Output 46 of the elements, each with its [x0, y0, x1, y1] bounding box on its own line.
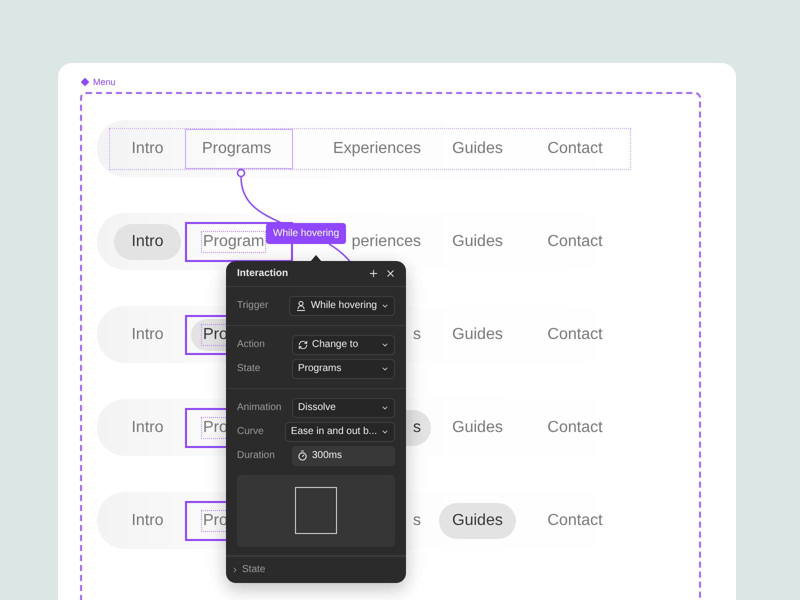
field-label: Animation — [237, 402, 282, 414]
frame-label: Menu — [93, 76, 116, 86]
nav-item[interactable]: s — [413, 326, 421, 344]
nav-item[interactable]: Guides — [452, 418, 503, 436]
nav-item[interactable]: Contact — [547, 512, 603, 530]
duration-field[interactable]: 300ms — [292, 446, 395, 466]
nav-item[interactable]: Intro — [131, 326, 164, 344]
chevron-right-icon — [231, 566, 239, 574]
nav-item[interactable]: Experiences — [332, 140, 421, 158]
nav-item[interactable]: s — [413, 512, 421, 530]
nav-item[interactable]: Contact — [547, 418, 603, 436]
nav-item[interactable]: periences — [352, 232, 421, 250]
field-label: Duration — [237, 450, 276, 462]
nav-item[interactable]: Program — [203, 232, 264, 250]
person-icon — [294, 300, 307, 312]
dialog-title: Interaction — [237, 268, 288, 279]
interaction-tooltip[interactable]: While hovering — [266, 223, 346, 244]
nav-item[interactable]: Intro — [131, 232, 164, 250]
timer-icon — [297, 450, 308, 462]
dropdown[interactable]: While hovering — [288, 296, 395, 316]
state-section-toggle[interactable]: State — [226, 556, 406, 583]
nav-item[interactable]: Contact — [547, 140, 603, 158]
dropdown[interactable]: Ease in and out b... — [284, 422, 395, 442]
nav-item[interactable]: Contact — [547, 326, 603, 344]
dropdown[interactable]: Change to — [292, 334, 395, 355]
nav-item[interactable]: Intro — [131, 512, 164, 530]
close-icon[interactable] — [385, 268, 396, 279]
nav-item[interactable]: Intro — [131, 140, 164, 158]
nav-item[interactable]: Guides — [452, 232, 503, 250]
nav-item[interactable]: Contact — [547, 232, 603, 250]
add-icon[interactable] — [368, 268, 379, 279]
nav-item[interactable]: Guides — [452, 140, 503, 158]
dropdown[interactable]: Programs — [292, 358, 395, 379]
component-icon — [80, 77, 90, 86]
nav-item[interactable]: Guides — [452, 326, 503, 344]
field-label: State — [237, 363, 262, 374]
nav-item[interactable]: Programs — [202, 140, 272, 158]
nav-item[interactable]: Guides — [452, 512, 503, 530]
refresh-icon — [298, 340, 308, 350]
dropdown[interactable]: Dissolve — [292, 398, 395, 418]
nav-item[interactable]: Intro — [131, 418, 164, 436]
nav-item[interactable]: s — [413, 418, 421, 436]
field-label: Curve — [237, 426, 265, 438]
preview-rectangle — [295, 487, 337, 534]
field-label: Action — [237, 339, 266, 350]
field-label: Trigger — [237, 300, 270, 312]
